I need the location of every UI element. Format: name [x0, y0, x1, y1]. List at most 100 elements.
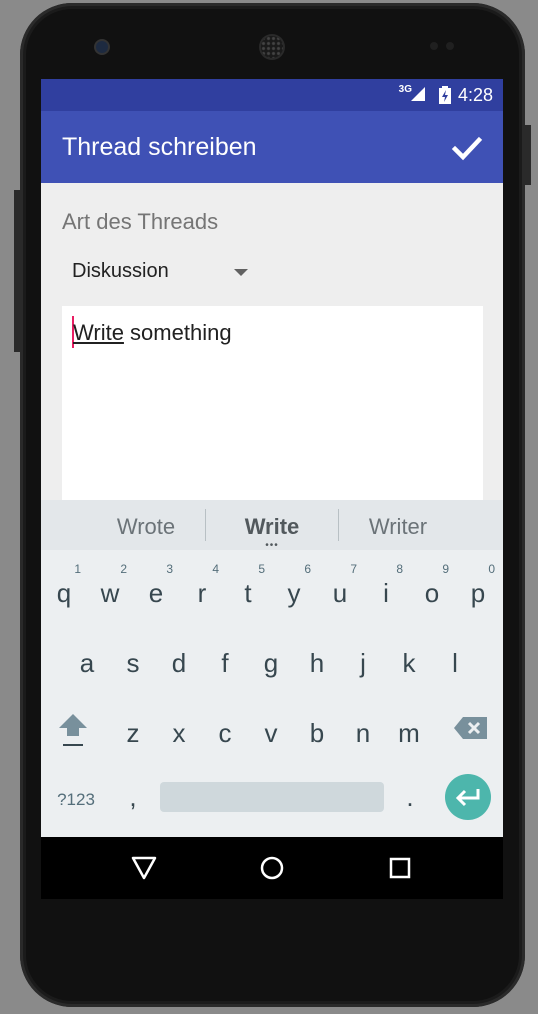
- key-hint: 4: [212, 562, 219, 576]
- page-title: Thread schreiben: [62, 133, 257, 161]
- key-label: k: [402, 648, 416, 678]
- key-label: o: [424, 578, 440, 608]
- back-icon[interactable]: [130, 854, 158, 882]
- key-hint: 6: [304, 562, 311, 576]
- app-bar: Thread schreiben: [41, 111, 503, 183]
- period-key[interactable]: .: [387, 760, 433, 820]
- earpiece-speaker: [261, 36, 283, 58]
- key-label: .: [406, 782, 414, 812]
- key-label: b: [309, 718, 325, 748]
- home-icon[interactable]: [258, 854, 286, 882]
- thread-type-label: Art des Threads: [62, 209, 219, 234]
- screen: 3G 4:28 Thread schreiben Art des Threads…: [41, 79, 503, 899]
- key-k[interactable]: k: [386, 626, 432, 686]
- comma-key[interactable]: ,: [110, 760, 156, 820]
- key-label: w: [100, 578, 120, 608]
- symbols-key[interactable]: ?123: [51, 760, 101, 820]
- status-bar: 3G 4:28: [41, 79, 503, 111]
- light-sensor: [446, 42, 454, 50]
- check-icon[interactable]: [451, 132, 483, 164]
- key-label: j: [360, 648, 366, 678]
- key-b[interactable]: b: [294, 696, 340, 756]
- enter-icon: [455, 789, 480, 807]
- key-u[interactable]: 7u: [317, 556, 363, 616]
- soft-keyboard: Wrote Write Writer ••• 1q 2w 3e 4r 5t 6y…: [41, 500, 503, 837]
- volume-button: [14, 190, 20, 352]
- dropdown-arrow-icon: [234, 269, 248, 276]
- key-hint: 9: [442, 562, 449, 576]
- suggestion-center[interactable]: Write: [202, 514, 342, 540]
- key-d[interactable]: d: [156, 626, 202, 686]
- key-hint: 8: [396, 562, 403, 576]
- form-content: Art des Threads Diskussion Write somethi…: [41, 183, 503, 516]
- key-l[interactable]: l: [432, 626, 478, 686]
- proximity-sensor: [430, 42, 438, 50]
- key-s[interactable]: s: [110, 626, 156, 686]
- key-label: n: [355, 718, 371, 748]
- key-m[interactable]: m: [386, 696, 432, 756]
- key-label: s: [126, 648, 140, 678]
- more-suggestions-icon[interactable]: •••: [261, 541, 283, 551]
- key-label: u: [332, 578, 348, 608]
- signal-icon: [411, 87, 425, 101]
- suggestion-right[interactable]: Writer: [328, 514, 468, 540]
- key-label: v: [264, 718, 278, 748]
- thread-text-input[interactable]: Write something: [62, 306, 483, 516]
- battery-icon: [439, 86, 451, 104]
- key-label: a: [79, 648, 95, 678]
- key-label: i: [383, 578, 389, 608]
- key-f[interactable]: f: [202, 626, 248, 686]
- key-e[interactable]: 3e: [133, 556, 179, 616]
- key-label: m: [398, 718, 420, 748]
- suggestion-left[interactable]: Wrote: [76, 514, 216, 540]
- suggestion-strip: Wrote Write Writer •••: [41, 500, 503, 551]
- key-r[interactable]: 4r: [179, 556, 225, 616]
- power-button: [525, 125, 531, 185]
- status-time: 4:28: [457, 85, 493, 105]
- thread-text-rest: something: [123, 320, 232, 345]
- enter-key[interactable]: [445, 774, 491, 820]
- key-hint: 5: [258, 562, 265, 576]
- key-h[interactable]: h: [294, 626, 340, 686]
- backspace-key[interactable]: [447, 696, 493, 756]
- key-v[interactable]: v: [248, 696, 294, 756]
- key-g[interactable]: g: [248, 626, 294, 686]
- key-p[interactable]: 0p: [455, 556, 501, 616]
- thread-text: Write something: [73, 320, 232, 346]
- network-type: 3G: [398, 84, 412, 95]
- key-q[interactable]: 1q: [41, 556, 87, 616]
- shift-key[interactable]: [51, 696, 95, 756]
- key-label: e: [148, 578, 164, 608]
- key-w[interactable]: 2w: [87, 556, 133, 616]
- key-label: y: [287, 578, 301, 608]
- recents-icon[interactable]: [386, 854, 414, 882]
- key-hint: 2: [120, 562, 127, 576]
- key-label: p: [470, 578, 486, 608]
- key-hint: 7: [350, 562, 357, 576]
- key-label: x: [172, 718, 186, 748]
- backspace-icon: [454, 717, 487, 739]
- key-t[interactable]: 5t: [225, 556, 271, 616]
- key-hint: 3: [166, 562, 173, 576]
- key-j[interactable]: j: [340, 626, 386, 686]
- key-hint: 0: [488, 562, 495, 576]
- front-camera: [96, 41, 108, 53]
- key-a[interactable]: a: [64, 626, 110, 686]
- key-label: g: [263, 648, 279, 678]
- spacebar[interactable]: [160, 782, 384, 812]
- key-z[interactable]: z: [110, 696, 156, 756]
- key-x[interactable]: x: [156, 696, 202, 756]
- shift-icon: [59, 714, 87, 746]
- key-n[interactable]: n: [340, 696, 386, 756]
- key-i[interactable]: 8i: [363, 556, 409, 616]
- key-y[interactable]: 6y: [271, 556, 317, 616]
- key-c[interactable]: c: [202, 696, 248, 756]
- key-label: q: [56, 578, 72, 608]
- thread-type-value: Diskussion: [72, 260, 169, 282]
- thread-type-dropdown[interactable]: Diskussion: [62, 251, 262, 291]
- composing-word: Write: [73, 320, 124, 345]
- key-label: t: [244, 578, 252, 608]
- key-hint: 1: [74, 562, 81, 576]
- key-o[interactable]: 9o: [409, 556, 455, 616]
- key-label: d: [171, 648, 187, 678]
